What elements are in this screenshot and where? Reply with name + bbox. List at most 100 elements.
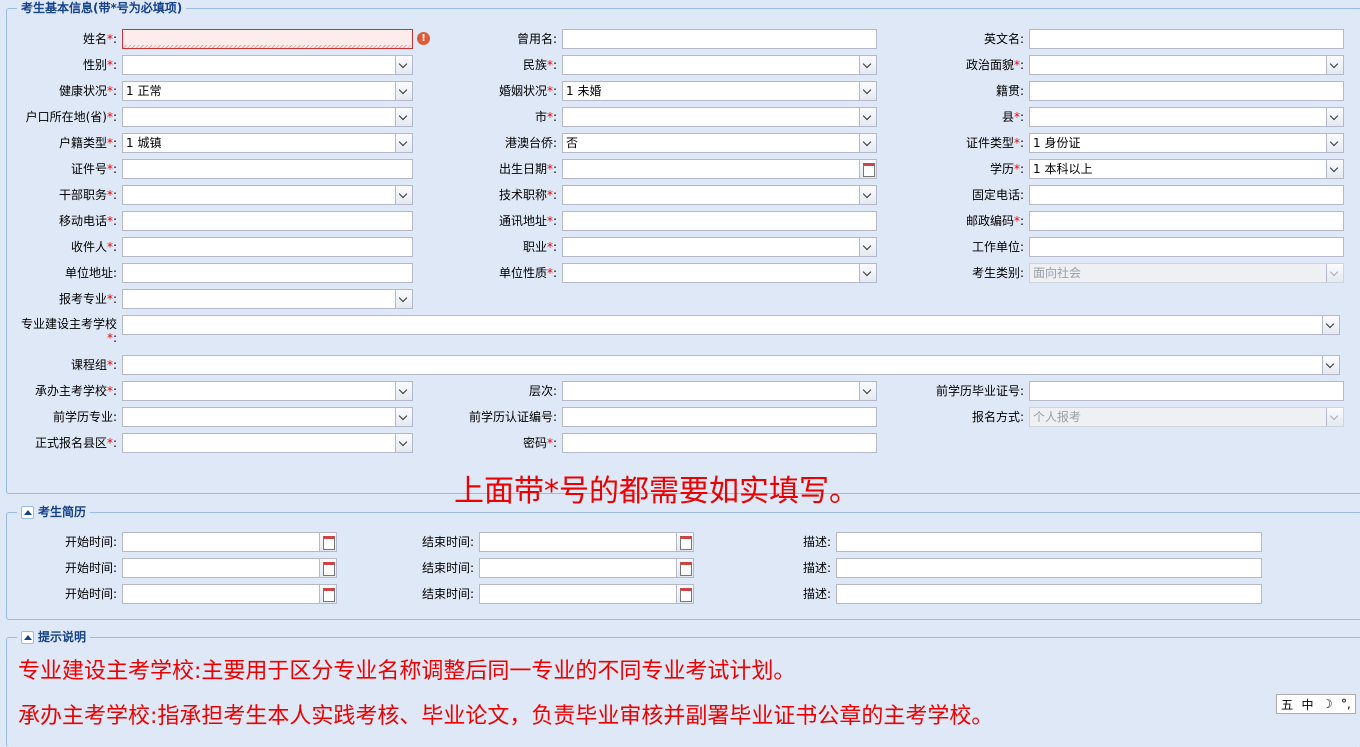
end-time-date-picker[interactable] (479, 558, 694, 578)
chevron-down-icon[interactable] (859, 186, 876, 204)
ime-wubi-icon[interactable]: 五 (1281, 696, 1293, 713)
chevron-down-icon[interactable] (859, 82, 876, 100)
end-time-date-picker[interactable] (479, 532, 694, 552)
field-16-date-picker[interactable] (562, 159, 877, 179)
calendar-icon[interactable] (676, 533, 693, 551)
field-24-input[interactable] (122, 237, 413, 257)
chevron-down-icon[interactable] (1326, 134, 1343, 152)
field-34-select[interactable] (562, 381, 877, 401)
field-28-select[interactable] (562, 263, 877, 283)
basic-info-legend: 考生基本信息(带*号为必填项) (17, 1, 187, 15)
field-20-label: 固定电话: (972, 188, 1024, 202)
collapse-icon[interactable] (21, 505, 34, 519)
field-20-input[interactable] (1029, 185, 1344, 205)
label-colon: : (112, 162, 117, 176)
description-input[interactable] (836, 558, 1262, 578)
calendar-icon[interactable] (319, 559, 336, 577)
field-9-select[interactable] (122, 107, 413, 127)
field-13-select[interactable]: 否 (562, 133, 877, 153)
chevron-down-icon[interactable] (859, 238, 876, 256)
field-6-select[interactable]: 1 正常 (122, 81, 413, 101)
field-2-input[interactable] (1029, 29, 1344, 49)
chevron-down-icon[interactable] (859, 134, 876, 152)
chevron-down-icon[interactable] (395, 186, 412, 204)
field-15-input[interactable] (122, 159, 413, 179)
field-12-label: 户籍类型*: (59, 136, 117, 150)
end-time-date-picker[interactable] (479, 584, 694, 604)
chevron-down-icon[interactable] (859, 264, 876, 282)
field-21-input[interactable] (122, 211, 413, 231)
label-text: 报名方式 (971, 410, 1020, 424)
field-37-label: 前学历认证编号: (469, 410, 557, 424)
field-8-input[interactable] (1029, 81, 1344, 101)
field-36-select[interactable] (122, 407, 413, 427)
field-7-select[interactable]: 1 未婚 (562, 81, 877, 101)
ime-moon-icon[interactable]: ☽ (1322, 697, 1333, 711)
field-8-label: 籍贯: (996, 84, 1024, 98)
ime-toolbar[interactable]: 五 中 ☽ °, (1276, 694, 1356, 714)
field-19-select[interactable] (562, 185, 877, 205)
field-30-select[interactable] (122, 289, 413, 309)
start-time-date-picker[interactable] (122, 584, 337, 604)
chevron-down-icon[interactable] (1326, 56, 1343, 74)
field-32-select[interactable] (122, 355, 1340, 375)
calendar-icon[interactable] (319, 533, 336, 551)
chevron-down-icon[interactable] (395, 108, 412, 126)
field-5-label: 政治面貌*: (966, 58, 1024, 72)
chevron-down-icon[interactable] (395, 134, 412, 152)
field-26-label: 工作单位: (972, 240, 1024, 254)
field-14-select[interactable]: 1 身份证 (1029, 133, 1344, 153)
field-5-select[interactable] (1029, 55, 1344, 75)
chevron-down-icon[interactable] (395, 82, 412, 100)
error-icon: ! (417, 32, 430, 45)
field-1-input[interactable] (562, 29, 877, 49)
chevron-down-icon[interactable] (1326, 160, 1343, 178)
chevron-down-icon[interactable] (395, 408, 412, 426)
ime-chinese-icon[interactable]: 中 (1302, 696, 1314, 713)
field-22-input[interactable] (562, 211, 877, 231)
field-10-select[interactable] (562, 107, 877, 127)
calendar-icon[interactable] (859, 160, 876, 178)
calendar-icon[interactable] (676, 559, 693, 577)
collapse-icon[interactable] (21, 630, 34, 644)
description-input[interactable] (836, 532, 1262, 552)
chevron-down-icon[interactable] (395, 382, 412, 400)
field-27-input[interactable] (122, 263, 413, 283)
ime-punct-icon[interactable]: °, (1341, 697, 1351, 711)
field-12-select[interactable]: 1 城镇 (122, 133, 413, 153)
field-23-input[interactable] (1029, 211, 1344, 231)
field-37-input[interactable] (562, 407, 877, 427)
field-30-label: 报考专业*: (59, 292, 117, 306)
label-colon: : (112, 292, 117, 306)
chevron-down-icon[interactable] (395, 290, 412, 308)
field-33-select[interactable] (122, 381, 413, 401)
field-25-select[interactable] (562, 237, 877, 257)
calendar-icon[interactable] (676, 585, 693, 603)
field-31-select[interactable] (122, 315, 1340, 335)
field-4-select[interactable] (562, 55, 877, 75)
field-3-select[interactable] (122, 55, 413, 75)
start-time-date-picker[interactable] (122, 558, 337, 578)
chevron-down-icon[interactable] (395, 434, 412, 452)
chevron-down-icon[interactable] (1326, 108, 1343, 126)
chevron-down-icon[interactable] (395, 56, 412, 74)
chevron-down-icon[interactable] (859, 56, 876, 74)
field-35-input[interactable] (1029, 381, 1344, 401)
field-18-select[interactable] (122, 185, 413, 205)
start-time-date-picker[interactable] (122, 532, 337, 552)
field-40-input[interactable] (562, 433, 877, 453)
field-26-input[interactable] (1029, 237, 1344, 257)
label-colon: : (112, 410, 117, 424)
field-32-label: 课程组*: (71, 358, 117, 372)
field-7-label: 婚姻状况*: (499, 84, 557, 98)
field-17-select[interactable]: 1 本科以上 (1029, 159, 1344, 179)
chevron-down-icon[interactable] (1322, 356, 1339, 374)
chevron-down-icon[interactable] (859, 382, 876, 400)
field-11-select[interactable] (1029, 107, 1344, 127)
field-39-select[interactable] (122, 433, 413, 453)
chevron-down-icon[interactable] (1322, 316, 1339, 334)
field-0-input[interactable] (122, 29, 413, 49)
chevron-down-icon[interactable] (859, 108, 876, 126)
description-input[interactable] (836, 584, 1262, 604)
calendar-icon[interactable] (319, 585, 336, 603)
